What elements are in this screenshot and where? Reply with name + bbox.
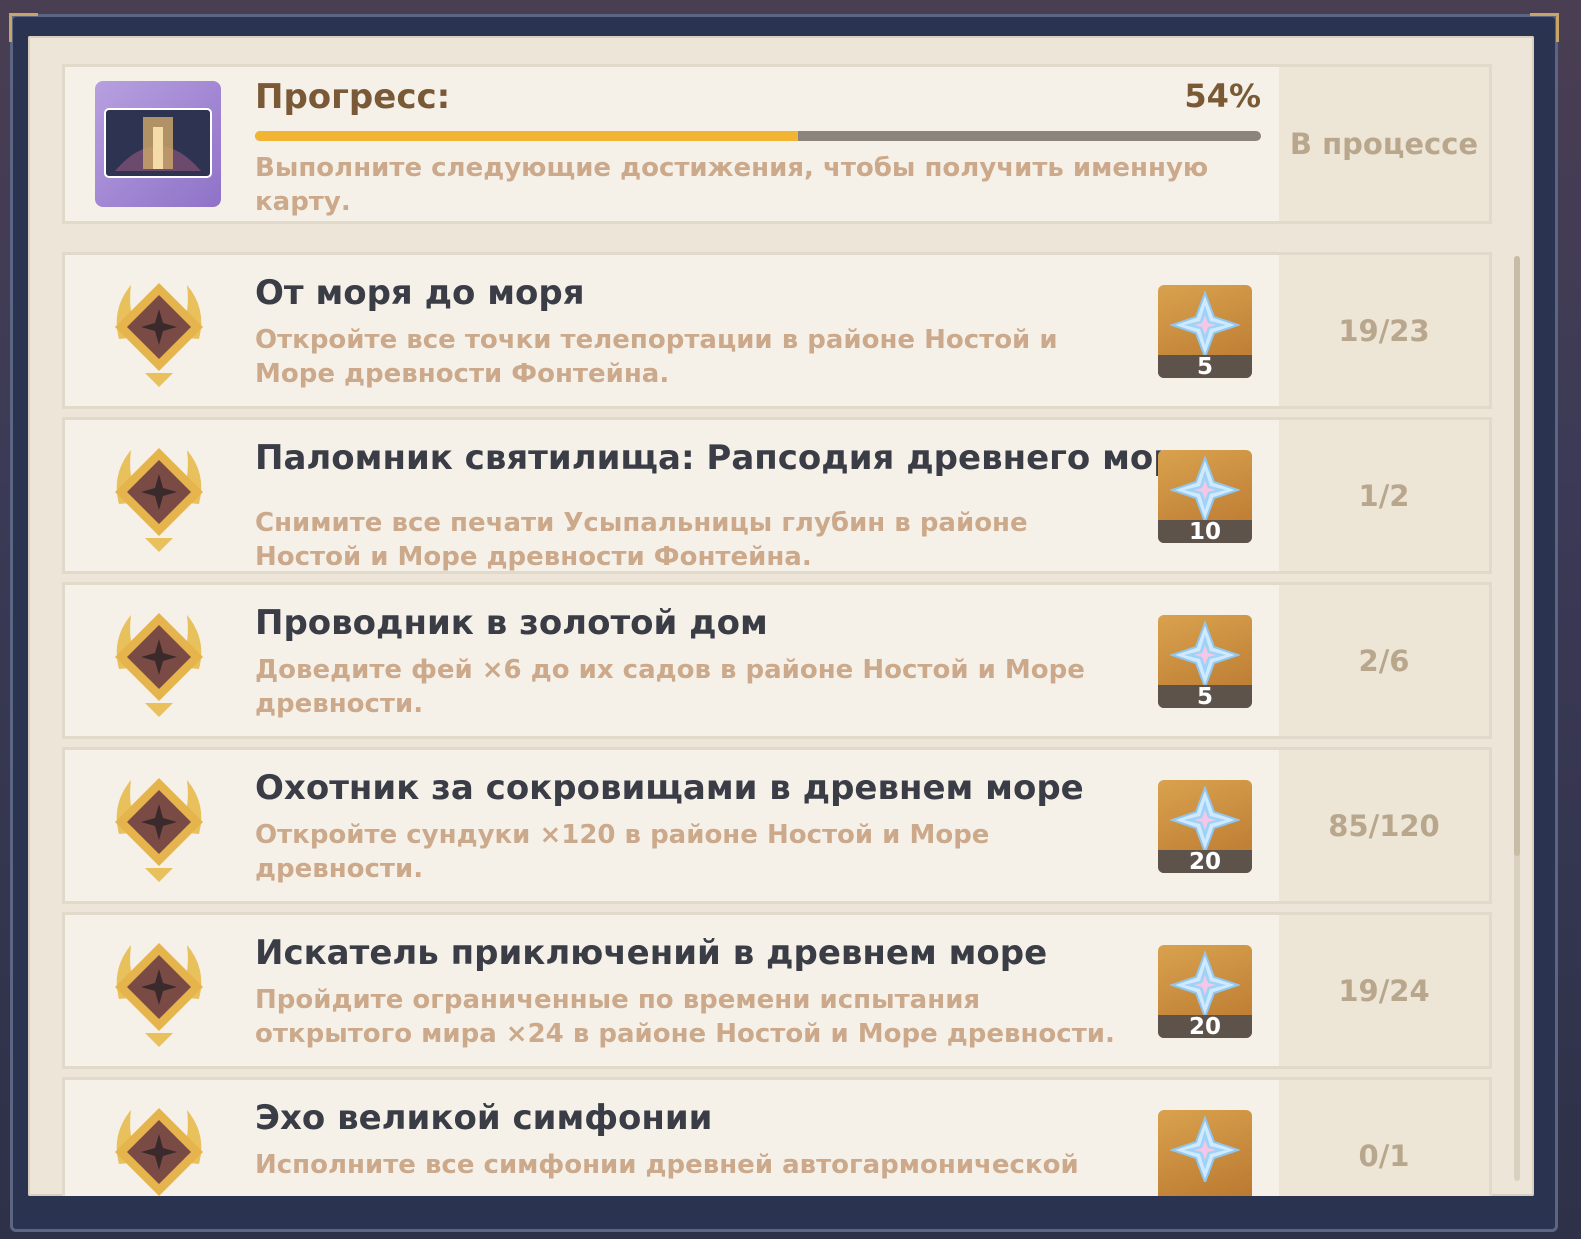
reward-item[interactable] <box>1158 1110 1252 1196</box>
achievement-row[interactable]: От моря до моря Откройте все точки телеп… <box>62 252 1492 409</box>
achievement-progress: 0/1 <box>1279 1080 1489 1196</box>
primogem-icon <box>1170 621 1240 687</box>
reward-item[interactable]: 5 <box>1158 615 1252 708</box>
reward-count: 10 <box>1158 520 1252 543</box>
achievement-medal-icon <box>97 599 221 723</box>
primogem-icon <box>1170 291 1240 357</box>
status-badge: В процессе <box>1279 67 1489 221</box>
status-text: В процессе <box>1289 127 1479 161</box>
reward-count: 20 <box>1158 850 1252 873</box>
progress-label: Прогресс: <box>255 77 451 117</box>
primogem-icon <box>1170 1116 1240 1182</box>
achievement-progress: 19/24 <box>1279 915 1489 1066</box>
scrollbar[interactable] <box>1514 256 1520 1181</box>
progress-percent: 54% <box>1184 77 1261 115</box>
achievement-progress: 2/6 <box>1279 585 1489 736</box>
achievement-description: Снимите все печати Усыпальницы глубин в … <box>255 508 1028 572</box>
achievement-medal-icon <box>97 434 221 558</box>
achievement-row[interactable]: Паломник святилища: Рапсодия древнего мо… <box>62 417 1492 574</box>
achievement-progress-text: 19/24 <box>1338 973 1430 1008</box>
achievement-row[interactable]: Эхо великой симфонии Исполните все симфо… <box>62 1077 1492 1196</box>
frame-corner <box>1530 13 1559 42</box>
achievement-title: Искатель приключений в древнем море <box>255 933 1048 973</box>
reward-item[interactable]: 20 <box>1158 945 1252 1038</box>
primogem-icon <box>1170 456 1240 522</box>
achievement-description: Доведите фей ×6 до их садов в районе Нос… <box>255 655 1085 719</box>
achievement-medal-icon <box>97 929 221 1053</box>
achievement-medal-icon <box>97 764 221 888</box>
achievement-row[interactable]: Охотник за сокровищами в древнем море От… <box>62 747 1492 904</box>
scrollbar-thumb[interactable] <box>1514 256 1520 856</box>
achievement-progress-text: 85/120 <box>1328 808 1440 843</box>
achievement-row[interactable]: Искатель приключений в древнем море Прой… <box>62 912 1492 1069</box>
achievement-progress-text: 2/6 <box>1358 643 1410 678</box>
reward-count: 5 <box>1158 685 1252 708</box>
achievement-title: Эхо великой симфонии <box>255 1098 713 1138</box>
primogem-icon <box>1170 786 1240 852</box>
reward-item[interactable]: 5 <box>1158 285 1252 378</box>
progress-description: Выполните следующие достижения, чтобы по… <box>255 153 1209 217</box>
achievement-progress: 85/120 <box>1279 750 1489 901</box>
progress-bar <box>255 131 1261 141</box>
achievement-progress-text: 1/2 <box>1358 478 1410 513</box>
reward-count: 5 <box>1158 355 1252 378</box>
achievement-medal-icon <box>97 1094 221 1196</box>
achievement-description: Откройте все точки телепортации в районе… <box>255 325 1058 389</box>
achievement-progress-text: 0/1 <box>1358 1138 1410 1173</box>
reward-item[interactable]: 20 <box>1158 780 1252 873</box>
achievement-title: Проводник в золотой дом <box>255 603 768 643</box>
achievement-title: От моря до моря <box>255 273 585 313</box>
progress-bar-fill <box>255 131 799 141</box>
achievement-progress: 1/2 <box>1279 420 1489 571</box>
achievement-progress: 19/23 <box>1279 255 1489 406</box>
achievement-progress-text: 19/23 <box>1338 313 1430 348</box>
achievement-description: Пройдите ограниченные по времени испытан… <box>255 985 1115 1049</box>
progress-card: Прогресс: 54% Выполните следующие достиж… <box>62 64 1492 224</box>
achievement-medal-icon <box>97 269 221 393</box>
primogem-icon <box>1170 951 1240 1017</box>
achievement-row[interactable]: Проводник в золотой дом Доведите фей ×6 … <box>62 582 1492 739</box>
achievement-title: Паломник святилища: Рапсодия древнего мо… <box>255 438 1200 478</box>
achievement-description: Исполните все симфонии древней автогармо… <box>255 1150 1079 1180</box>
achievement-panel: Прогресс: 54% Выполните следующие достиж… <box>28 36 1534 1196</box>
reward-count: 20 <box>1158 1015 1252 1038</box>
reward-item[interactable]: 10 <box>1158 450 1252 543</box>
namecard-icon <box>95 81 221 207</box>
achievement-title: Охотник за сокровищами в древнем море <box>255 768 1084 808</box>
achievement-description: Откройте сундуки ×120 в районе Ностой и … <box>255 820 990 884</box>
